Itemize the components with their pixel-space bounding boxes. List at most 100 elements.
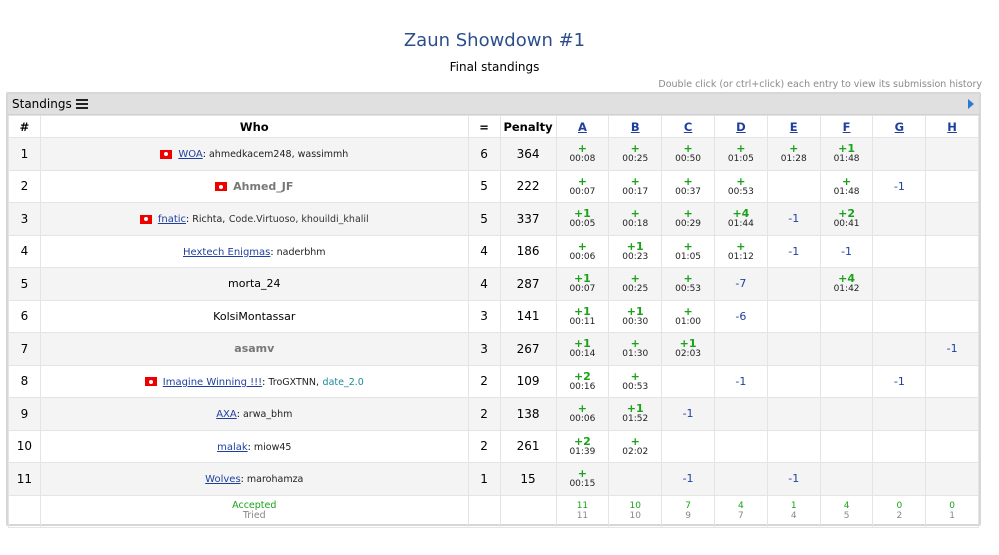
problem-g-cell[interactable] xyxy=(872,267,927,301)
problem-c-cell[interactable]: +00:50 xyxy=(661,137,715,171)
problem-f-header[interactable]: F xyxy=(819,115,874,138)
problem-h-link[interactable]: H xyxy=(947,120,957,134)
problem-h-cell[interactable] xyxy=(925,299,979,333)
problem-b-cell[interactable]: +1 00:23 xyxy=(608,234,663,268)
problem-b-cell[interactable]: +00:17 xyxy=(608,169,663,203)
problem-a-cell[interactable]: +00:07 xyxy=(555,169,610,203)
problem-g-cell[interactable] xyxy=(872,462,927,496)
problem-e-cell[interactable]: -1 xyxy=(766,462,821,496)
problem-a-header[interactable]: A xyxy=(555,115,610,138)
problem-d-header[interactable]: D xyxy=(713,115,768,138)
problem-c-cell[interactable]: -1 xyxy=(661,462,715,496)
problem-a-cell[interactable]: +1 00:07 xyxy=(555,267,610,301)
problem-c-cell[interactable] xyxy=(661,364,715,398)
problem-a-cell[interactable]: +1 00:14 xyxy=(555,332,610,366)
problem-d-cell[interactable] xyxy=(713,397,768,431)
problem-h-header[interactable]: H xyxy=(925,115,979,138)
participant-cell[interactable]: fnatic: Richta, Code.Virtuoso, khouildi_… xyxy=(39,202,469,236)
problem-f-cell[interactable] xyxy=(819,429,874,463)
problem-b-link[interactable]: B xyxy=(631,120,640,134)
problem-g-cell[interactable] xyxy=(872,234,927,268)
problem-g-cell[interactable] xyxy=(872,137,927,171)
problem-e-cell[interactable] xyxy=(766,267,821,301)
table-row[interactable]: 8 Imagine Winning !!!: TroGXTNN, date_2.0… xyxy=(8,364,979,398)
problem-d-cell[interactable]: +01:12 xyxy=(713,234,768,268)
participant-cell[interactable]: Hextech Enigmas: naderbhm xyxy=(39,234,469,268)
problem-b-cell[interactable]: +00:18 xyxy=(608,202,663,236)
participant-cell[interactable]: Wolves: marohamza xyxy=(39,462,469,496)
problem-d-cell[interactable]: +01:05 xyxy=(713,137,768,171)
problem-d-cell[interactable] xyxy=(713,332,768,366)
problem-g-cell[interactable] xyxy=(872,332,927,366)
problem-g-cell[interactable] xyxy=(872,397,927,431)
problem-e-header[interactable]: E xyxy=(766,115,821,138)
problem-d-cell[interactable]: +4 01:44 xyxy=(713,202,768,236)
problem-d-cell[interactable] xyxy=(713,429,768,463)
problem-e-cell[interactable] xyxy=(766,299,821,333)
problem-e-cell[interactable] xyxy=(766,364,821,398)
problem-a-cell[interactable]: +00:06 xyxy=(555,234,610,268)
problem-e-cell[interactable]: -1 xyxy=(766,234,821,268)
problem-b-header[interactable]: B xyxy=(608,115,663,138)
problem-f-cell[interactable] xyxy=(819,364,874,398)
problem-h-cell[interactable] xyxy=(925,234,979,268)
participant-cell[interactable]: KolsiMontassar xyxy=(39,299,469,333)
participant-cell[interactable]: WOA: ahmedkacem248, wassimmh xyxy=(39,137,469,171)
problem-a-cell[interactable]: +00:06 xyxy=(555,397,610,431)
problem-d-link[interactable]: D xyxy=(736,120,746,134)
problem-b-cell[interactable]: +01:30 xyxy=(608,332,663,366)
problem-d-cell[interactable]: -6 xyxy=(713,299,768,333)
problem-f-cell[interactable] xyxy=(819,397,874,431)
expand-right-icon[interactable] xyxy=(968,99,974,109)
problem-e-cell[interactable]: +01:28 xyxy=(766,137,821,171)
team-name-link[interactable]: fnatic xyxy=(158,214,186,225)
problem-h-cell[interactable] xyxy=(925,202,979,236)
problem-f-cell[interactable]: +01:48 xyxy=(819,169,874,203)
team-name-link[interactable]: malak xyxy=(217,442,248,453)
problem-f-link[interactable]: F xyxy=(843,120,851,134)
problem-e-cell[interactable] xyxy=(766,332,821,366)
table-row[interactable]: 10 malak: miow45 2 261 +2 01:39 +02:02 xyxy=(8,429,979,463)
list-icon[interactable] xyxy=(76,99,88,109)
table-row[interactable]: 2 Ahmed_JF 5 222 +00:07 +00:17 +00:37 +00:53 +01… xyxy=(8,169,979,203)
problem-f-cell[interactable]: +4 01:42 xyxy=(819,267,874,301)
problem-a-cell[interactable]: +00:08 xyxy=(555,137,610,171)
problem-f-cell[interactable]: -1 xyxy=(819,234,874,268)
problem-b-cell[interactable] xyxy=(608,462,663,496)
table-row[interactable]: 6 KolsiMontassar 3 141 +1 00:11 +1 00:30 +01:00-… xyxy=(8,299,979,333)
problem-g-cell[interactable] xyxy=(872,299,927,333)
problem-g-header[interactable]: G xyxy=(872,115,927,138)
table-row[interactable]: 1 WOA: ahmedkacem248, wassimmh 6 364 +00:08 +… xyxy=(8,137,979,171)
participant-cell[interactable]: malak: miow45 xyxy=(39,429,469,463)
problem-a-cell[interactable]: +2 01:39 xyxy=(555,429,610,463)
problem-d-cell[interactable]: -1 xyxy=(713,364,768,398)
problem-b-cell[interactable]: +00:53 xyxy=(608,364,663,398)
problem-c-cell[interactable]: +00:53 xyxy=(661,267,715,301)
problem-g-cell[interactable] xyxy=(872,429,927,463)
problem-e-cell[interactable]: -1 xyxy=(766,202,821,236)
table-row[interactable]: 11 Wolves: marohamza 1 15 +00:15 -1 -1 xyxy=(8,462,979,496)
problem-g-cell[interactable] xyxy=(872,202,927,236)
table-row[interactable]: 5 morta_24 4 287 +1 00:07 +00:25 +00:53 -7 +4 01:4… xyxy=(8,267,979,301)
problem-d-cell[interactable] xyxy=(713,462,768,496)
problem-a-cell[interactable]: +00:15 xyxy=(555,462,610,496)
problem-a-link[interactable]: A xyxy=(578,120,587,134)
problem-h-cell[interactable] xyxy=(925,429,979,463)
problem-b-cell[interactable]: +02:02 xyxy=(608,429,663,463)
problem-h-cell[interactable] xyxy=(925,462,979,496)
participant-cell[interactable]: Ahmed_JF xyxy=(39,169,469,203)
problem-e-cell[interactable] xyxy=(766,397,821,431)
team-name-link[interactable]: AXA xyxy=(216,409,237,420)
participant-cell[interactable]: asamv xyxy=(39,332,469,366)
problem-c-cell[interactable]: +1 02:03 xyxy=(661,332,715,366)
problem-b-cell[interactable]: +00:25 xyxy=(608,267,663,301)
problem-b-cell[interactable]: +1 00:30 xyxy=(608,299,663,333)
table-row[interactable]: 7 asamv 3 267 +1 00:14 +01:30 +1 02:03 -1 xyxy=(8,332,979,366)
problem-c-link[interactable]: C xyxy=(684,120,692,134)
problem-c-header[interactable]: C xyxy=(661,115,715,138)
problem-g-cell[interactable]: -1 xyxy=(872,169,927,203)
problem-f-cell[interactable] xyxy=(819,299,874,333)
problem-h-cell[interactable] xyxy=(925,267,979,301)
table-row[interactable]: 4 Hextech Enigmas: naderbhm 4 186 +00:06 +1 00… xyxy=(8,234,979,268)
problem-e-cell[interactable] xyxy=(766,169,821,203)
